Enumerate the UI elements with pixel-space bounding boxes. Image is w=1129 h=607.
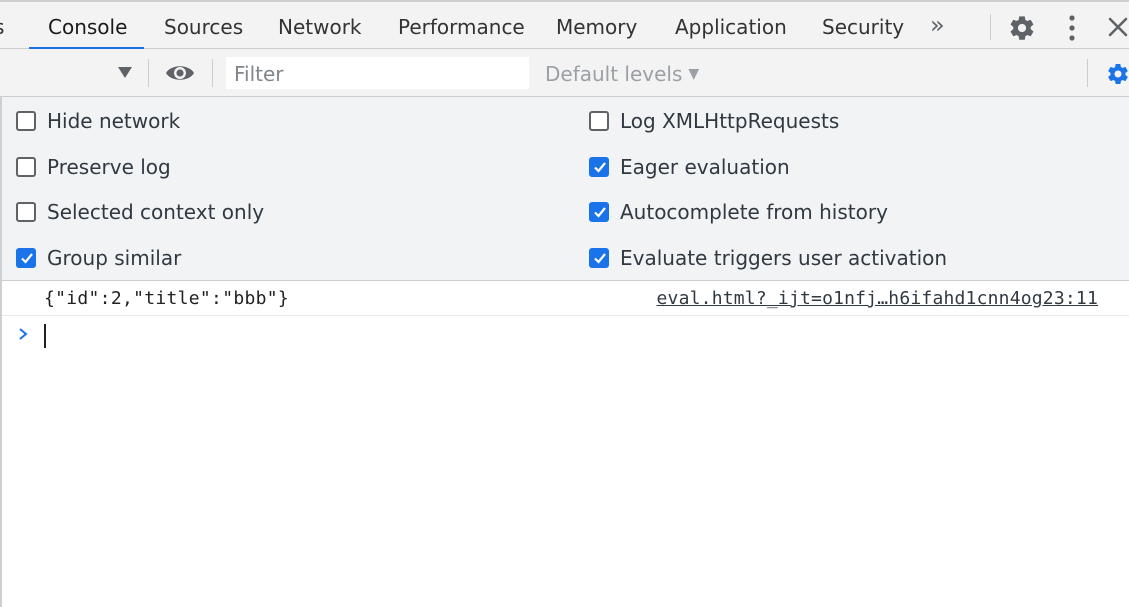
prompt-chevron-icon [19,328,28,340]
toolbar-divider [212,59,213,87]
tab-network[interactable]: Network [278,2,362,48]
group-similar-checkbox[interactable] [16,248,36,268]
eager-evaluation-checkbox[interactable] [589,157,609,177]
autocomplete-from-history-label: Autocomplete from history [620,200,888,224]
log-xmlhttprequests-label: Log XMLHttpRequests [620,109,840,133]
kebab-menu-icon[interactable] [1061,14,1083,42]
tab-performance[interactable]: Performance [398,2,525,48]
evaluate-triggers-user-activation-checkbox[interactable] [589,248,609,268]
log-levels-label: Default levels [545,62,683,86]
log-levels-dropdown[interactable]: Default levels ▼ [545,62,699,86]
console-toolbar: Default levels ▼ [0,49,1129,97]
console-prompt[interactable] [2,318,1129,352]
evaluate-triggers-user-activation-label: Evaluate triggers user activation [620,246,948,270]
tab-security[interactable]: Security [822,2,904,48]
console-settings-icon[interactable] [1106,60,1129,88]
console-input[interactable] [44,323,1104,349]
log-xmlhttprequests-checkbox[interactable] [589,111,609,131]
tab-application[interactable]: Application [675,2,787,48]
preserve-log-checkbox[interactable] [16,157,36,177]
checkmark-icon [21,253,33,264]
text-caret [44,324,46,348]
context-dropdown-icon[interactable] [116,63,134,81]
console-message-text: {"id":2,"title":"bbb"} [44,288,290,309]
tab-elements-truncated[interactable]: s [0,2,4,48]
preserve-log-label: Preserve log [47,155,171,179]
eager-evaluation-label: Eager evaluation [620,155,790,179]
hide-network-checkbox[interactable] [16,111,36,131]
more-tabs-icon[interactable]: » [930,12,952,38]
toolbar-divider [1087,59,1088,87]
checkmark-icon [594,162,606,173]
console-settings-pane: Hide network Preserve log Selected conte… [2,97,1129,281]
hide-network-label: Hide network [47,109,181,133]
close-icon[interactable] [1107,16,1129,38]
tab-sources[interactable]: Sources [164,2,243,48]
filter-input[interactable] [226,57,529,89]
group-similar-label: Group similar [47,246,182,270]
checkmark-icon [594,253,606,264]
tab-memory[interactable]: Memory [556,2,637,48]
selected-context-only-label: Selected context only [47,200,265,224]
gear-icon[interactable] [1008,14,1036,42]
checkmark-icon [594,207,606,218]
autocomplete-from-history-checkbox[interactable] [589,202,609,222]
eye-icon[interactable] [165,62,195,84]
devtools-tabbar: s Console Sources Network Performance Me… [0,2,1129,50]
tabbar-divider [990,14,991,40]
selected-context-only-checkbox[interactable] [16,202,36,222]
tab-console[interactable]: Console [48,2,127,48]
toolbar-divider [148,59,149,87]
console-message: {"id":2,"title":"bbb"} eval.html?_ijt=o1… [2,282,1129,316]
console-message-source-link[interactable]: eval.html?_ijt=o1nfj…h6ifahd1cnn4og23:11 [657,288,1098,309]
dropdown-arrow-icon: ▼ [688,66,700,82]
